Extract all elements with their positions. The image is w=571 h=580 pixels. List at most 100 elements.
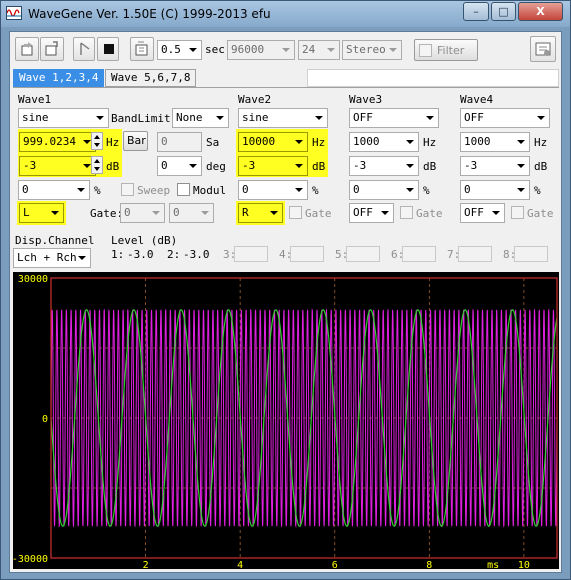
wave1-frequency-spin[interactable] [91,132,103,150]
wave3-duty-select[interactable]: 0 [349,180,419,200]
wave1-freq-unit: Hz [106,136,120,149]
duration-select[interactable]: 0.5 [157,40,202,60]
wave4-duty-select[interactable]: 0 [460,180,530,200]
wave2-freq-unit: Hz [312,136,326,149]
x-tick-label-3: 8 [426,560,432,569]
play-button[interactable] [73,37,95,61]
y-tick-label-0: 30000 [18,274,48,285]
wave1-level-unit: dB [106,160,120,173]
save-icon [45,41,58,56]
waveform-display[interactable]: 30000 0 -30000 2 4 6 8 10 ms [13,272,559,569]
wave1-level-input[interactable]: -3 [19,156,96,176]
wave2-level-input[interactable]: -3 [238,156,308,176]
play-icon [80,42,90,55]
tab-wave-1-4[interactable]: Wave 1,2,3,4 [13,69,105,87]
sample-rate-select[interactable]: 96000 [227,40,295,60]
wave4-frequency-input[interactable]: 1000 [460,132,530,152]
bit-depth-select[interactable]: 24 [298,40,340,60]
save-button[interactable] [40,37,64,61]
wave3-level-input[interactable]: -3 [349,156,419,176]
deg-unit: deg [206,160,226,173]
wave2-title: Wave2 [238,93,272,106]
channels-select[interactable]: Stereo [342,40,402,60]
x-tick-label-0: 2 [143,560,149,569]
bandlimit-select[interactable]: None [172,108,229,128]
wave3-gate-checkbox[interactable] [400,206,413,219]
modul-checkbox[interactable] [177,183,190,196]
wave1-duty-select[interactable]: 0 [18,180,90,200]
wave2-gate-checkbox[interactable] [289,206,302,219]
wave4-level-unit: dB [534,160,548,173]
gate-on-select[interactable]: 0 [120,203,165,223]
wave2-channel-select[interactable]: R [238,203,283,223]
y-tick-label-1: 0 [42,414,48,425]
app-icon [6,6,22,20]
tab-divider [13,87,559,88]
waveform-chart: 30000 0 -30000 2 4 6 8 10 ms [13,274,558,569]
x-tick-label-1: 4 [237,560,243,569]
wave4-freq-unit: Hz [534,136,548,149]
level-2-value: -3.0 [183,248,210,261]
level-1-value: -3.0 [127,248,154,261]
sync-button[interactable] [130,37,154,61]
duration-unit: sec [205,43,225,56]
wave4-channel-select[interactable]: OFF [460,203,505,223]
x-axis-label: ms [487,560,499,569]
wave1-type-select[interactable]: sine [18,108,109,128]
sa-unit: Sa [206,136,220,149]
wave3-duty-unit: % [423,184,430,197]
x-tick-label-2: 6 [332,560,338,569]
tab-wave-5-8[interactable]: Wave 5,6,7,8 [105,69,197,87]
title-bar[interactable]: WaveGene Ver. 1.50E (C) 1999-2013 efu – … [1,1,570,27]
sync-icon [135,41,148,56]
bar-button[interactable]: Bar [123,131,148,151]
maximize-button[interactable]: □ [491,2,516,21]
filter-label: Filter [437,44,465,57]
wave1-phase-input[interactable]: 0 [157,156,202,176]
bandlimit-label: BandLimit: [111,112,178,125]
wave4-gate-label: Gate [527,207,554,220]
wave1-level-spin[interactable] [91,156,103,174]
series-2-line [50,308,558,528]
disp-channel-select[interactable]: Lch + Rch [13,248,91,268]
comment-field[interactable] [307,69,559,87]
level-4-value [290,246,324,262]
wave2-level-unit: dB [312,160,326,173]
main-panel: 0.5 sec 96000 24 Stereo Filter Wave 1,2,… [9,31,562,573]
wave2-duty-select[interactable]: 0 [238,180,308,200]
wave3-freq-unit: Hz [423,136,437,149]
wave3-frequency-input[interactable]: 1000 [349,132,419,152]
stop-icon [104,44,114,54]
wave3-channel-select[interactable]: OFF [349,203,394,223]
wave4-type-select[interactable]: OFF [460,108,550,128]
sweep-checkbox[interactable] [121,183,134,196]
filter-toggle[interactable]: Filter [414,39,478,61]
wave3-type-select[interactable]: OFF [349,108,439,128]
wave4-title: Wave4 [460,93,494,106]
wave2-gate-label: Gate [305,207,332,220]
gate-off-select[interactable]: 0 [169,203,214,223]
wave3-gate-label: Gate [416,207,443,220]
wave1-duty-unit: % [94,184,101,197]
wave4-duty-unit: % [534,184,541,197]
wave1-sa-input[interactable]: 0 [157,132,202,152]
app-window: WaveGene Ver. 1.50E (C) 1999-2013 efu – … [0,0,571,580]
wave2-duty-unit: % [312,184,319,197]
stop-button[interactable] [97,37,119,61]
filter-checkbox[interactable] [419,44,432,57]
close-button[interactable]: X [518,2,563,21]
settings-button[interactable] [530,36,556,62]
y-tick-label-2: -30000 [13,554,48,565]
minimize-button[interactable]: – [463,2,489,21]
sweep-label: Sweep [137,184,171,197]
level-8-value [514,246,548,262]
wave4-gate-checkbox[interactable] [511,206,524,219]
wave1-frequency-input[interactable]: 999.0234 [19,132,96,152]
wave2-frequency-input[interactable]: 10000 [238,132,308,152]
level-6-value [402,246,436,262]
wave2-type-select[interactable]: sine [238,108,328,128]
wave1-channel-select[interactable]: L [19,203,64,223]
disp-channel-label: Disp.Channel [15,234,95,247]
open-button[interactable] [15,37,39,61]
wave4-level-input[interactable]: -3 [460,156,530,176]
